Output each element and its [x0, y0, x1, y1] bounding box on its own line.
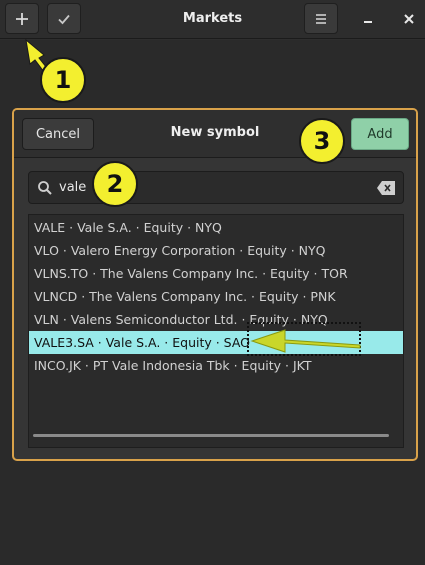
result-row[interactable]: VLNS.TO · The Valens Company Inc. · Equi… [29, 262, 403, 285]
horizontal-scrollbar[interactable] [33, 434, 389, 437]
minimize-button[interactable] [354, 5, 382, 33]
close-icon [404, 14, 414, 24]
new-symbol-dialog: New symbol Cancel Add VALE · Vale S.A. ·… [12, 108, 418, 461]
add-symbol-button[interactable] [5, 3, 39, 34]
clear-text-icon[interactable] [377, 181, 395, 195]
minimize-icon [364, 21, 372, 23]
result-row[interactable]: INCO.JK · PT Vale Indonesia Tbk · Equity… [29, 354, 403, 377]
main-menu-button[interactable] [304, 3, 338, 34]
result-row[interactable]: VLNCD · The Valens Company Inc. · Equity… [29, 285, 403, 308]
close-button[interactable] [395, 5, 423, 33]
result-row[interactable]: VALE · Vale S.A. · Equity · NYQ [29, 216, 403, 239]
hamburger-menu-icon [316, 13, 326, 24]
result-row[interactable]: VLO · Valero Energy Corporation · Equity… [29, 239, 403, 262]
plus-icon [16, 12, 28, 25]
header-bar: Markets [0, 0, 425, 39]
annotation-badge-3: 3 [299, 118, 345, 164]
search-entry[interactable] [28, 171, 404, 204]
dialog-header: New symbol Cancel Add [14, 110, 416, 158]
checkmark-icon [58, 14, 70, 24]
search-icon [38, 181, 52, 195]
add-button[interactable]: Add [351, 118, 409, 150]
cancel-button[interactable]: Cancel [22, 118, 94, 150]
annotation-highlight-box [247, 322, 361, 356]
selection-mode-button[interactable] [47, 3, 81, 34]
annotation-badge-2: 2 [92, 161, 138, 207]
annotation-badge-1: 1 [40, 57, 86, 103]
